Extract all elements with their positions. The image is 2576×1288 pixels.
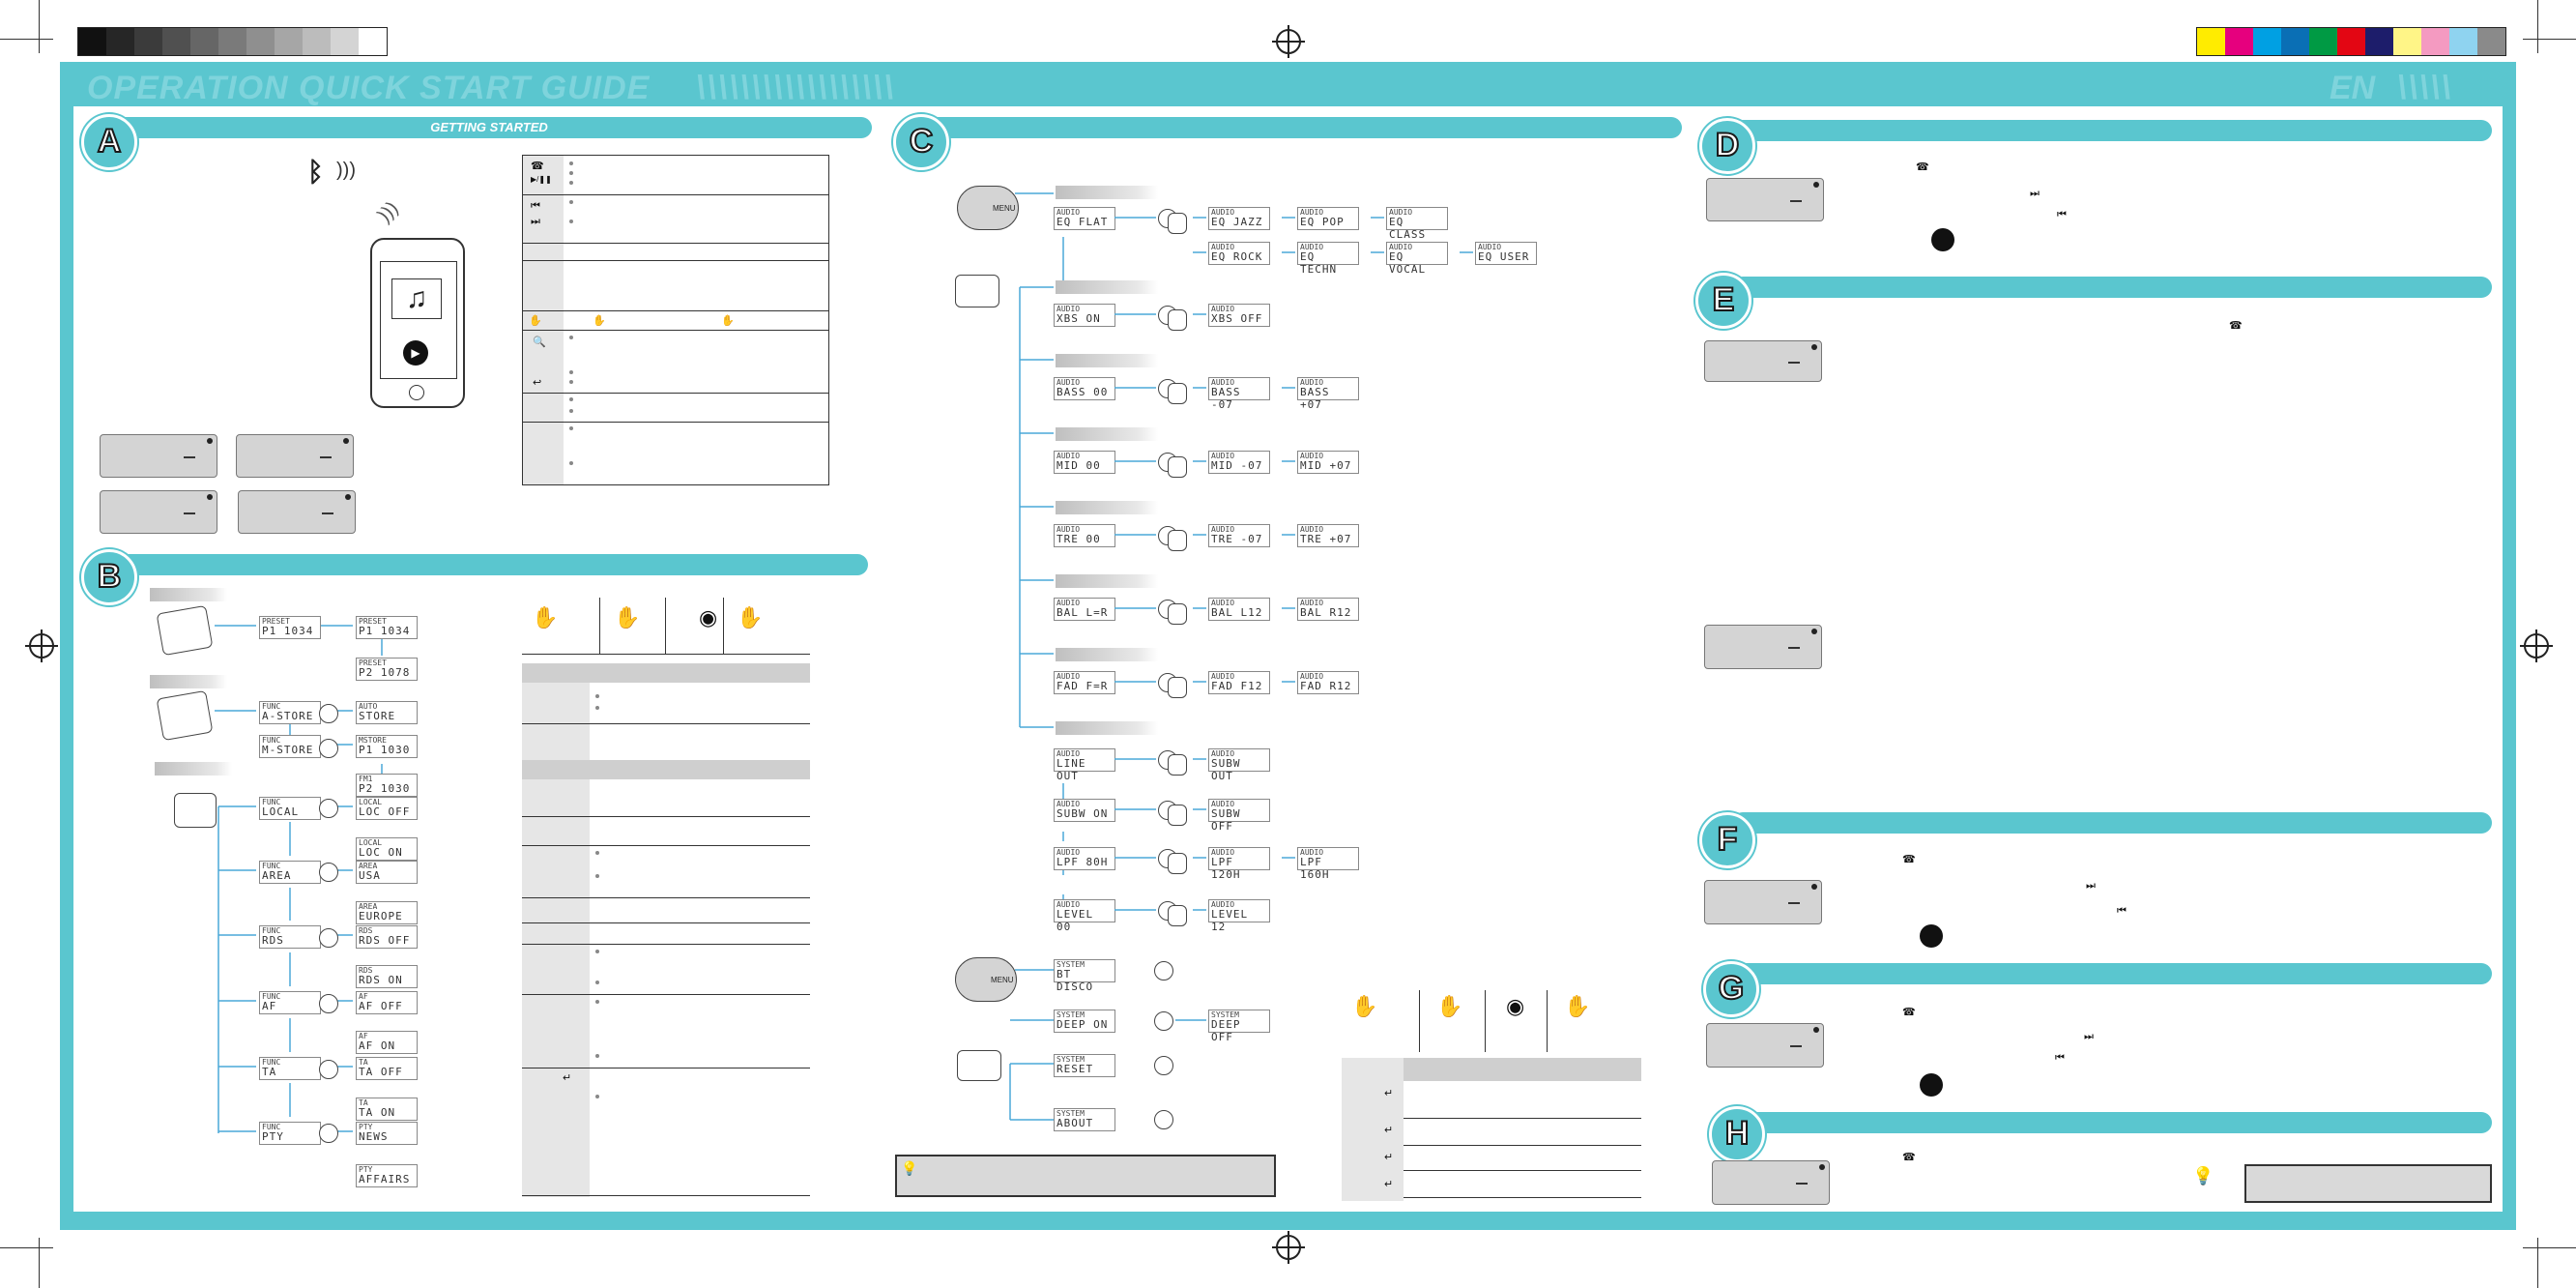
prev-icon-f: ⏮: [2117, 905, 2127, 917]
lcd-f: [1704, 880, 1822, 924]
lcd-e2: [1704, 625, 1822, 669]
section-e-bar: [1732, 277, 2492, 298]
enter-icon-c2: ↵: [1384, 1125, 1394, 1136]
prev-icon-g: ⏮: [2055, 1052, 2065, 1064]
lcd-h: [1712, 1160, 1830, 1205]
prev-icon-d: ⏮: [2057, 209, 2067, 220]
section-e-badge: E: [1695, 273, 1751, 329]
next-icon-f: ⏭: [2086, 880, 2096, 892]
next-icon-d: ⏭: [2030, 188, 2040, 199]
phone-key-h: ☎: [1902, 1152, 1916, 1163]
enter-icon-c1: ↵: [1384, 1088, 1394, 1099]
section-h-badge: H: [1709, 1106, 1765, 1162]
section-e-letter: E: [1712, 280, 1736, 319]
lcd-d: [1706, 178, 1824, 221]
hand-col-c-2: ✋: [1436, 994, 1463, 1018]
black-button-d: [1931, 228, 1954, 251]
section-h-letter: H: [1724, 1114, 1751, 1153]
phone-key-d: ☎: [1916, 161, 1929, 173]
phone-key-f: ☎: [1902, 854, 1916, 865]
section-d-letter: D: [1715, 126, 1741, 164]
controls-table-c: ✋ ✋ ◉ ✋ ↵ ↵ ↵ ↵: [1342, 990, 1641, 1201]
section-g-letter: G: [1718, 969, 1745, 1008]
section-d-bar: [1732, 120, 2492, 141]
lcd-g: [1706, 1023, 1824, 1068]
lcd-e: [1704, 340, 1822, 382]
next-icon-g: ⏭: [2084, 1031, 2094, 1042]
enter-icon-c4: ↵: [1384, 1179, 1394, 1190]
section-f-badge: F: [1699, 812, 1755, 868]
section-g-bar: [1732, 963, 2492, 984]
hand-col-c-3: ✋: [1564, 994, 1591, 1018]
section-f-bar: [1732, 812, 2492, 834]
knob-col-c: ◉: [1506, 994, 1525, 1018]
black-button-g: [1920, 1073, 1943, 1097]
tip-lightbulb-icon: 💡: [901, 1160, 918, 1176]
section-f-letter: F: [1717, 820, 1739, 859]
tip-box-h: [2244, 1164, 2492, 1203]
black-button-f: [1920, 924, 1943, 948]
hand-col-c-1: ✋: [1351, 994, 1378, 1018]
enter-icon-c3: ↵: [1384, 1152, 1394, 1163]
section-d-badge: D: [1699, 118, 1755, 174]
section-g-badge: G: [1703, 961, 1759, 1017]
section-h-bar: [1732, 1112, 2492, 1133]
phone-key-e: ☎: [2229, 320, 2243, 332]
tip-lightbulb-h: 💡: [2192, 1166, 2214, 1186]
tip-box-c: 💡: [895, 1155, 1276, 1197]
phone-key-g: ☎: [1902, 1007, 1916, 1018]
c-option-arrows: [1114, 217, 1473, 1021]
